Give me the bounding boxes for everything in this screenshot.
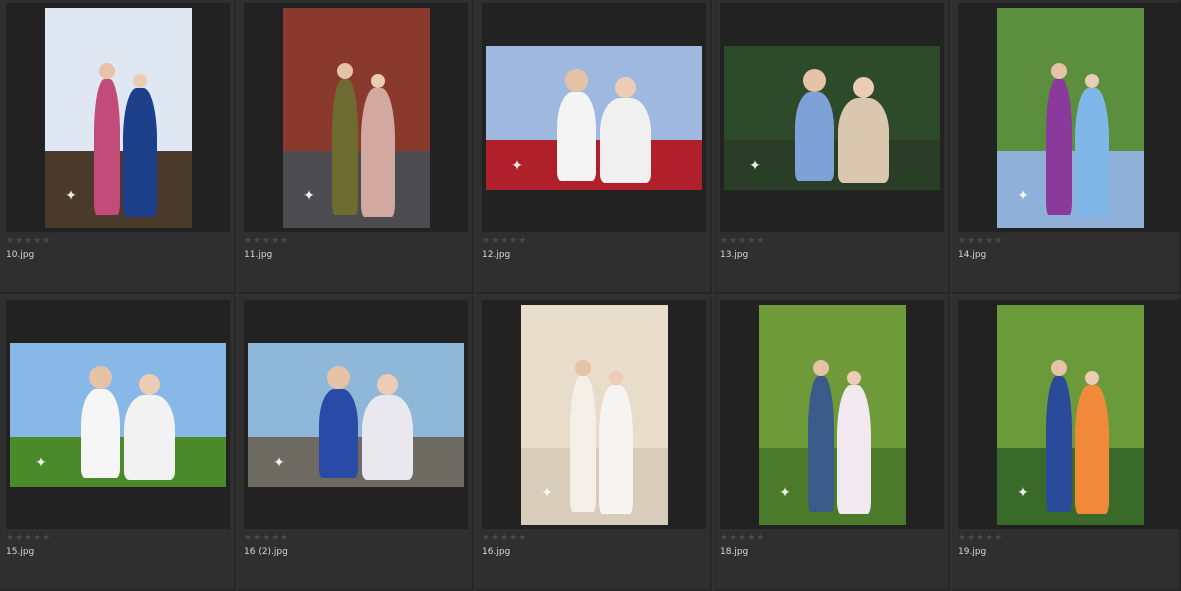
thumbnail-image[interactable]: ✦	[759, 305, 906, 525]
thumbnail-grid: ✦ ★★★★★ 10.jpg ✦ ★★★★★ 11.jpg ✦ ★★★★★ 12.jpg ✦ ★★★…	[0, 0, 1181, 591]
star-rating[interactable]: ★★★★★	[6, 533, 51, 543]
star-rating[interactable]: ★★★★★	[958, 236, 1003, 246]
thumbnail-image[interactable]: ✦	[486, 46, 702, 190]
thumbnail-frame[interactable]: ✦	[720, 300, 944, 529]
subject-figure	[123, 88, 157, 217]
thumbnail-frame[interactable]: ✦	[958, 3, 1181, 232]
file-name-label: 11.jpg	[244, 250, 273, 260]
file-name-label: 18.jpg	[720, 547, 749, 557]
thumbnail-cell[interactable]: ✦ ★★★★★ 10.jpg	[0, 0, 236, 294]
thumbnail-frame[interactable]: ✦	[244, 300, 468, 529]
thumbnail-cell[interactable]: ✦ ★★★★★ 15.jpg	[0, 297, 236, 591]
star-rating[interactable]: ★★★★★	[720, 236, 765, 246]
star-rating[interactable]: ★★★★★	[6, 236, 51, 246]
subject-figure	[124, 395, 175, 480]
file-name-label: 16 (2).jpg	[244, 547, 288, 557]
file-name-label: 13.jpg	[720, 250, 749, 260]
file-name-label: 16.jpg	[482, 547, 511, 557]
thumbnail-image[interactable]: ✦	[521, 305, 668, 525]
watermark-logo-icon: ✦	[1017, 485, 1029, 501]
subject-figure	[808, 376, 834, 512]
watermark-logo-icon: ✦	[511, 158, 523, 174]
thumbnail-cell[interactable]: ✦ ★★★★★ 19.jpg	[952, 297, 1181, 591]
subject-figure	[557, 92, 596, 181]
subject-figure	[599, 385, 633, 514]
star-rating[interactable]: ★★★★★	[958, 533, 1003, 543]
thumbnail-cell[interactable]: ✦ ★★★★★ 11.jpg	[238, 0, 474, 294]
watermark-logo-icon: ✦	[273, 455, 285, 471]
subject-figure	[1075, 385, 1109, 514]
thumbnail-cell[interactable]: ✦ ★★★★★ 16 (2).jpg	[238, 297, 474, 591]
file-name-label: 10.jpg	[6, 250, 35, 260]
thumbnail-image[interactable]: ✦	[997, 305, 1144, 525]
subject-figure	[361, 88, 395, 217]
subject-figure	[1075, 88, 1109, 217]
thumbnail-image[interactable]: ✦	[45, 8, 192, 228]
thumbnail-cell[interactable]: ✦ ★★★★★ 16.jpg	[476, 297, 712, 591]
thumbnail-cell[interactable]: ✦ ★★★★★ 18.jpg	[714, 297, 950, 591]
watermark-logo-icon: ✦	[779, 485, 791, 501]
watermark-logo-icon: ✦	[303, 188, 315, 204]
watermark-logo-icon: ✦	[749, 158, 761, 174]
subject-figure	[795, 92, 834, 181]
thumbnail-frame[interactable]: ✦	[482, 300, 706, 529]
thumbnail-image[interactable]: ✦	[10, 343, 226, 487]
file-name-label: 15.jpg	[6, 547, 35, 557]
thumbnail-cell[interactable]: ✦ ★★★★★ 13.jpg	[714, 0, 950, 294]
subject-figure	[332, 79, 358, 215]
watermark-logo-icon: ✦	[1017, 188, 1029, 204]
thumbnail-frame[interactable]: ✦	[6, 3, 230, 232]
subject-figure	[600, 98, 651, 183]
subject-figure	[81, 389, 120, 478]
subject-figure	[362, 395, 413, 480]
thumbnail-frame[interactable]: ✦	[482, 3, 706, 232]
file-name-label: 14.jpg	[958, 250, 987, 260]
star-rating[interactable]: ★★★★★	[720, 533, 765, 543]
file-name-label: 12.jpg	[482, 250, 511, 260]
thumbnail-image[interactable]: ✦	[283, 8, 430, 228]
thumbnail-frame[interactable]: ✦	[6, 300, 230, 529]
watermark-logo-icon: ✦	[541, 485, 553, 501]
star-rating[interactable]: ★★★★★	[482, 236, 527, 246]
subject-figure	[570, 376, 596, 512]
subject-figure	[94, 79, 120, 215]
thumbnail-image[interactable]: ✦	[724, 46, 940, 190]
thumbnail-cell[interactable]: ✦ ★★★★★ 14.jpg	[952, 0, 1181, 294]
watermark-logo-icon: ✦	[35, 455, 47, 471]
thumbnail-cell[interactable]: ✦ ★★★★★ 12.jpg	[476, 0, 712, 294]
subject-figure	[838, 98, 889, 183]
thumbnail-frame[interactable]: ✦	[244, 3, 468, 232]
subject-figure	[837, 385, 871, 514]
subject-figure	[1046, 79, 1072, 215]
watermark-logo-icon: ✦	[65, 188, 77, 204]
thumbnail-frame[interactable]: ✦	[720, 3, 944, 232]
star-rating[interactable]: ★★★★★	[244, 236, 289, 246]
star-rating[interactable]: ★★★★★	[482, 533, 527, 543]
file-name-label: 19.jpg	[958, 547, 987, 557]
thumbnail-image[interactable]: ✦	[997, 8, 1144, 228]
thumbnail-image[interactable]: ✦	[248, 343, 464, 487]
subject-figure	[319, 389, 358, 478]
thumbnail-frame[interactable]: ✦	[958, 300, 1181, 529]
subject-figure	[1046, 376, 1072, 512]
star-rating[interactable]: ★★★★★	[244, 533, 289, 543]
